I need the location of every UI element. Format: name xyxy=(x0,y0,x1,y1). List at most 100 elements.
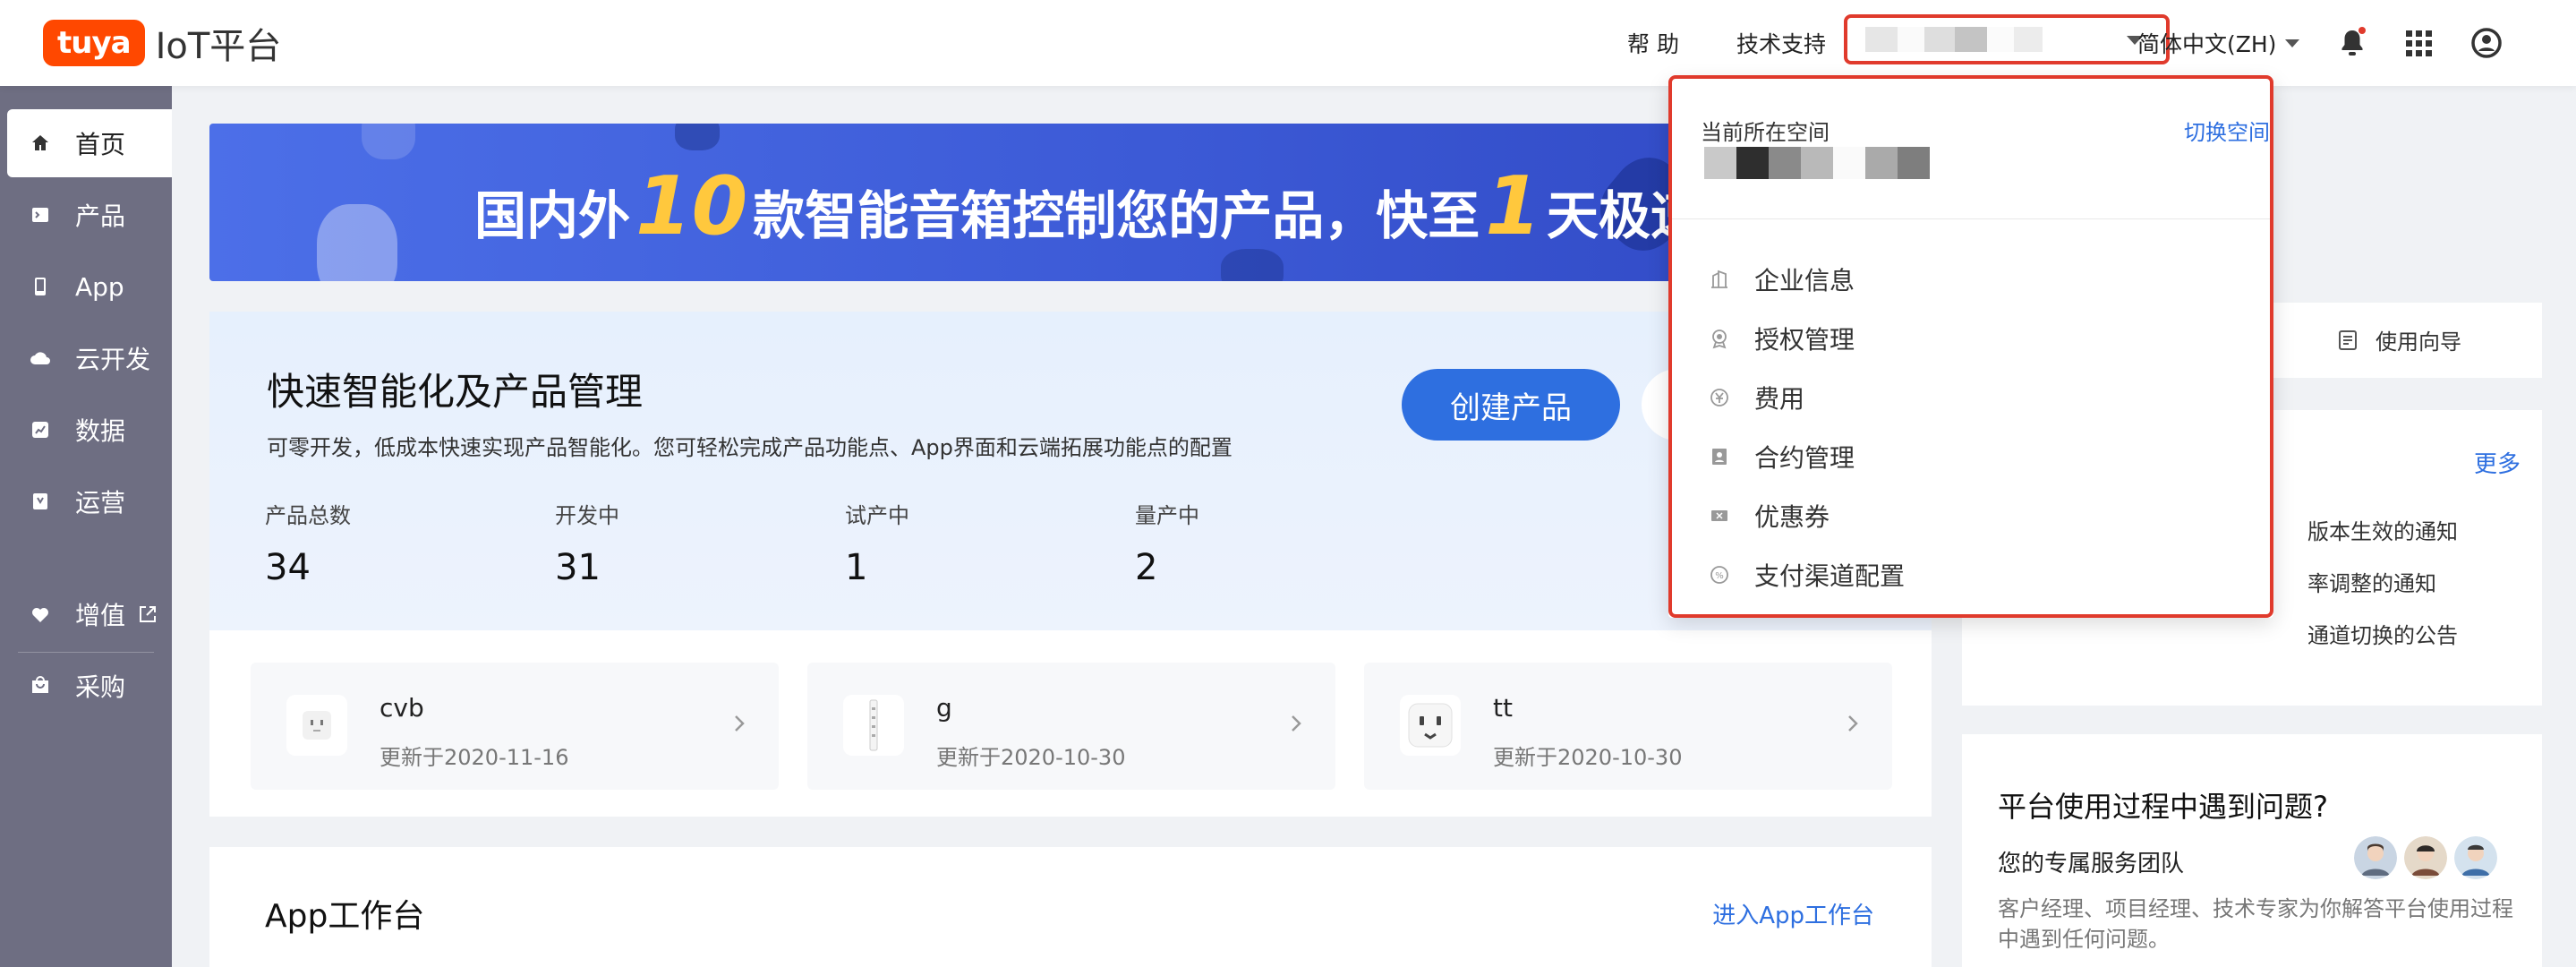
menu-item-label: 支付渠道配置 xyxy=(1754,561,1906,591)
sidebar-item-label: 采购 xyxy=(75,672,126,702)
help-link[interactable]: 帮 助 xyxy=(1627,27,1679,59)
usage-guide-label: 使用向导 xyxy=(2376,329,2461,355)
blurred-space-name-6 xyxy=(2014,27,2043,52)
product-updated-date: 更新于2020-11-16 xyxy=(380,745,569,770)
operation-icon xyxy=(29,490,52,513)
avatar[interactable] xyxy=(2454,836,2497,879)
sidebar-item-label: 增值 xyxy=(75,601,126,630)
stat-label: 产品总数 xyxy=(265,503,351,528)
cloud-icon xyxy=(29,347,52,370)
menu-item-authorization[interactable]: 授权管理 xyxy=(1708,321,1855,356)
menu-item-enterprise-info[interactable]: 企业信息 xyxy=(1708,261,1855,297)
sidebar-item-label: App xyxy=(75,271,124,302)
space-dropdown-menu: 当前所在空间 切换空间 企业信息 授权管理 费用 合约管理 优惠券 % 支付渠道… xyxy=(1668,79,2273,618)
product-card[interactable]: tt 更新于2020-10-30 xyxy=(1364,663,1892,790)
chevron-right-icon xyxy=(1848,715,1858,732)
sidebar-item-label: 产品 xyxy=(75,201,126,231)
menu-item-label: 合约管理 xyxy=(1754,443,1855,473)
stat-value: 34 xyxy=(265,547,311,588)
stat-developing: 开发中 31 xyxy=(555,498,619,588)
menu-item-label: 费用 xyxy=(1754,384,1805,414)
blur-block xyxy=(1704,147,1736,179)
blurred-space-name-4 xyxy=(1955,27,1987,52)
menu-item-payment-channel[interactable]: % 支付渠道配置 xyxy=(1708,557,1905,593)
bell-icon[interactable] xyxy=(2334,25,2370,61)
product-name: tt xyxy=(1493,693,1513,723)
recent-products-panel: cvb 更新于2020-11-16 g 更新于2020-10-30 tt 更新于… xyxy=(209,630,1932,817)
menu-item-label: 授权管理 xyxy=(1754,325,1855,355)
blur-block xyxy=(1736,147,1769,179)
product-card[interactable]: g 更新于2020-10-30 xyxy=(807,663,1335,790)
dropdown-divider xyxy=(1668,218,2273,219)
create-product-button[interactable]: 创建产品 xyxy=(1402,369,1620,441)
sidebar-item-purchase[interactable]: 采购 xyxy=(7,652,172,720)
speaker-decoration xyxy=(317,204,397,281)
stat-value: 1 xyxy=(845,547,868,588)
home-icon xyxy=(29,132,52,155)
sidebar-item-operation[interactable]: 运营 xyxy=(7,467,172,535)
enter-app-workbench-link[interactable]: 进入App工作台 xyxy=(1712,897,1874,930)
app-workbench-title: App工作台 xyxy=(265,898,425,935)
logo-text: IoT平台 xyxy=(155,26,282,67)
sidebar: 首页 产品 App 云开发 数据 运营 增值 采购 xyxy=(0,86,172,967)
announcement-item[interactable]: 率调整的通知 xyxy=(2307,566,2436,597)
banner-number-2: 1 xyxy=(1485,159,1541,253)
top-header: tuya IoT平台 帮 助 技术支持 简体中文(ZH) xyxy=(0,0,2576,86)
switch-space-link[interactable]: 切换空间 xyxy=(2184,115,2270,146)
product-icon xyxy=(29,203,52,227)
phone-icon xyxy=(29,275,52,298)
menu-item-label: 优惠券 xyxy=(1754,502,1830,532)
avatar[interactable] xyxy=(2404,836,2447,879)
sidebar-item-cloud[interactable]: 云开发 xyxy=(7,324,172,392)
blur-block xyxy=(1865,147,1898,179)
banner-text-2: 款智能音箱控制您的产品，快至 xyxy=(753,185,1480,246)
sidebar-item-app[interactable]: App xyxy=(7,252,172,321)
stat-value: 31 xyxy=(555,547,601,588)
user-avatar-icon[interactable] xyxy=(2469,25,2504,61)
stat-trial: 试产中 1 xyxy=(845,498,909,588)
building-icon xyxy=(1708,268,1731,291)
sidebar-item-label: 云开发 xyxy=(75,345,151,374)
sidebar-item-home[interactable]: 首页 xyxy=(7,109,172,177)
language-selector[interactable]: 简体中文(ZH) xyxy=(2137,27,2300,59)
product-updated-date: 更新于2020-10-30 xyxy=(936,745,1126,770)
chevron-down-icon xyxy=(2285,39,2300,47)
menu-item-fee[interactable]: 费用 xyxy=(1708,380,1804,415)
banner-text-1: 国内外 xyxy=(474,185,631,246)
tuya-logo[interactable]: tuya IoT平台 xyxy=(43,20,282,67)
purchase-icon xyxy=(29,674,52,697)
space-selector[interactable] xyxy=(1844,14,2170,64)
power-strip-icon xyxy=(843,695,904,756)
logo-badge: tuya xyxy=(43,20,145,66)
product-card[interactable]: cvb 更新于2020-11-16 xyxy=(251,663,779,790)
stat-label: 试产中 xyxy=(845,503,909,528)
usage-guide-button[interactable]: 使用向导 xyxy=(2336,324,2461,355)
blur-block xyxy=(1801,147,1833,179)
apps-grid-icon[interactable] xyxy=(2401,25,2436,61)
menu-item-coupon[interactable]: 优惠券 xyxy=(1708,498,1830,534)
heart-icon xyxy=(29,603,52,626)
blurred-space-name-3 xyxy=(1924,27,1955,52)
avatar[interactable] xyxy=(2354,836,2397,879)
blurred-space-name-5 xyxy=(1987,27,2014,52)
sidebar-item-product[interactable]: 产品 xyxy=(7,181,172,249)
announcement-item[interactable]: 通道切换的公告 xyxy=(2307,618,2458,649)
announcement-item[interactable]: 版本生效的通知 xyxy=(2307,514,2458,545)
bubble-decoration xyxy=(675,124,720,150)
socket-icon xyxy=(286,695,347,756)
blur-block xyxy=(1898,147,1930,179)
blur-block xyxy=(1833,147,1865,179)
app-workbench-panel: App工作台 进入App工作台 xyxy=(209,847,1932,967)
menu-item-contract[interactable]: 合约管理 xyxy=(1708,439,1855,475)
tech-support-link[interactable]: 技术支持 xyxy=(1736,27,1826,59)
stat-total: 产品总数 34 xyxy=(265,498,351,588)
bubble-decoration xyxy=(1221,249,1284,281)
sidebar-item-label: 首页 xyxy=(75,130,126,159)
data-icon xyxy=(29,418,52,441)
more-announcements-link[interactable]: 更多 xyxy=(2474,446,2521,479)
badge-icon xyxy=(1708,327,1731,350)
stat-mass-production: 量产中 2 xyxy=(1135,498,1199,588)
payment-icon: % xyxy=(1708,563,1731,586)
sidebar-item-value-added[interactable]: 增值 xyxy=(7,580,172,648)
sidebar-item-data[interactable]: 数据 xyxy=(7,396,172,464)
